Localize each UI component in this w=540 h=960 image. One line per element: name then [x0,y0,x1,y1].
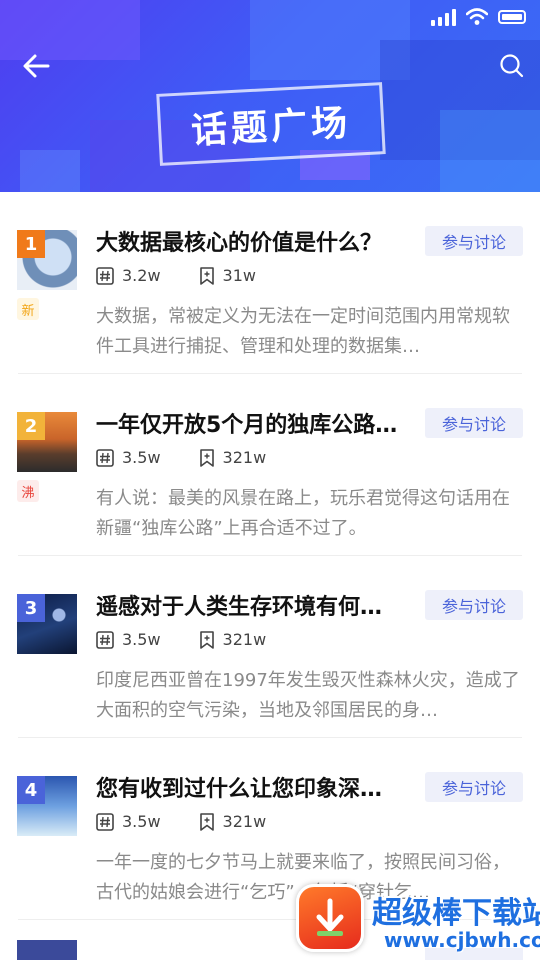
watermark-title: 超级棒下载站 [372,896,540,931]
rank-badge: 4 [17,776,45,804]
rank-badge: 3 [17,594,45,622]
topic-stats: 3.5w 321w [96,630,266,649]
topic-item[interactable]: 2 沸 一年仅开放5个月的独库公路… 参与讨论 3.5w 321w 有人说：最美的风景在路上… [0,374,540,556]
bookmark-icon [199,630,214,649]
header-banner: 话题广场 [0,0,540,192]
topic-description: 有人说：最美的风景在路上，玩乐君觉得这句话用在新疆“独库公路”上再合适不过了。 [96,488,510,539]
bookmark-icon [199,812,214,831]
join-discussion-button[interactable]: 参与讨论 [425,772,523,802]
hashtag-icon [96,266,114,285]
discussion-count-value: 3.5w [122,448,161,467]
topic-description: 大数据，常被定义为无法在一定时间范围内用常规软件工具进行捕捉、管理和处理的数据集… [96,306,510,357]
watermark-logo [296,884,364,952]
topic-thumbnail: 2 [17,412,77,472]
rank-badge: 1 [17,230,45,258]
topic-stats: 3.5w 321w [96,448,266,467]
follow-count-value: 321w [222,630,267,649]
discussion-count-value: 3.2w [122,266,161,285]
topic-item[interactable]: 3 遥感对于人类生存环境有何… 参与讨论 3.5w 321w 印度尼西亚曾在1997年发生… [0,556,540,738]
topic-title[interactable]: 一年仅开放5个月的独库公路… [96,410,416,442]
arrow-left-icon [23,54,50,78]
watermark: 超级棒下载站 www.cjbwh.com [296,880,540,960]
discussion-count: 3.5w [96,812,161,831]
topic-title[interactable]: 您有收到过什么让您印象深… [96,774,416,806]
follow-count-value: 31w [222,266,256,285]
discussion-count-value: 3.5w [122,630,161,649]
follow-count: 321w [199,812,267,831]
discussion-count: 3.5w [96,448,161,467]
bookmark-icon [199,266,214,285]
topic-thumbnail: 4 [17,776,77,836]
topic-stats: 3.5w 321w [96,812,266,831]
search-icon [500,54,524,78]
join-discussion-button[interactable]: 参与讨论 [425,408,523,438]
follow-count-value: 321w [222,448,267,467]
search-button[interactable] [496,50,528,82]
join-discussion-button[interactable]: 参与讨论 [425,226,523,256]
bookmark-icon [199,448,214,467]
wifi-icon [466,8,488,25]
title-frame: 话题广场 [156,82,386,166]
page-title: 话题广场 [190,102,353,153]
topic-tag: 沸 [17,480,39,502]
follow-count-value: 321w [222,812,267,831]
topic-stats: 3.2w 31w [96,266,256,285]
back-button[interactable] [16,48,56,84]
join-discussion-button[interactable]: 参与讨论 [425,590,523,620]
hashtag-icon [96,812,114,831]
rank-badge: 2 [17,412,45,440]
hashtag-icon [96,630,114,649]
follow-count: 321w [199,630,267,649]
signal-icon [431,8,456,26]
discussion-count-value: 3.5w [122,812,161,831]
watermark-url: www.cjbwh.com [384,928,540,952]
topic-title[interactable]: 大数据最核心的价值是什么？ [96,228,416,260]
topic-item[interactable]: 1 新 大数据最核心的价值是什么？ 参与讨论 3.2w 31w 大数据，常被定义为无法在一定… [0,192,540,374]
topic-thumbnail: 3 [17,594,77,654]
status-bar [431,8,526,26]
battery-icon [498,10,526,24]
topic-description: 印度尼西亚曾在1997年发生毁灭性森林火灾，造成了大面积的空气污染，当地及邻国居… [96,670,520,721]
follow-count: 321w [199,448,267,467]
topic-tag: 新 [17,298,39,320]
topic-thumbnail: 1 [17,230,77,290]
discussion-count: 3.5w [96,630,161,649]
discussion-count: 3.2w [96,266,161,285]
hashtag-icon [96,448,114,467]
follow-count: 31w [199,266,256,285]
next-item-thumbnail [17,940,77,960]
topic-title[interactable]: 遥感对于人类生存环境有何… [96,592,416,624]
